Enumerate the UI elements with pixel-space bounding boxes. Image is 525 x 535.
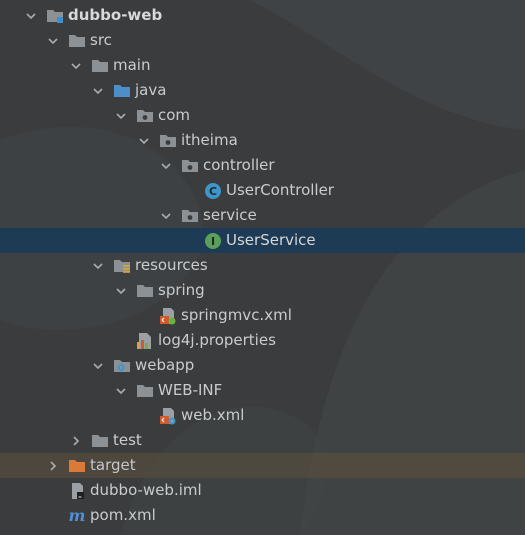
spring-xml-file-icon [159,307,177,325]
tree-label: WEB-INF [158,381,223,399]
tree-row-webapp[interactable]: webapp [0,353,525,378]
tree-label: resources [135,256,208,274]
tree-row-dubbo-web[interactable]: dubbo-web [0,3,525,28]
tree-row-spring[interactable]: spring [0,278,525,303]
web-xml-file-icon [159,407,177,425]
chevron-down-icon[interactable] [46,34,60,48]
maven-file-icon: m [68,505,86,525]
tree-label: java [135,81,167,99]
chevron-down-icon[interactable] [114,109,128,123]
java-class-icon: C [204,182,222,200]
chevron-down-icon[interactable] [24,9,38,23]
tree-row-main[interactable]: main [0,53,525,78]
tree-row-com[interactable]: com [0,103,525,128]
tree-row-service[interactable]: service [0,203,525,228]
tree-row-pom-xml[interactable]: m pom.xml [0,503,525,528]
folder-icon [68,32,86,50]
iml-file-icon [68,482,86,500]
properties-file-icon [136,332,154,350]
tree-label: UserService [226,231,316,249]
tree-row-test[interactable]: test [0,428,525,453]
tree-label: controller [203,156,275,174]
tree-row-dubbo-web-iml[interactable]: dubbo-web.iml [0,478,525,503]
chevron-right-icon[interactable] [46,459,60,473]
web-folder-icon [113,357,131,375]
tree-row-web-inf[interactable]: WEB-INF [0,378,525,403]
tree-row-web-xml[interactable]: web.xml [0,403,525,428]
tree-label: dubbo-web [68,6,163,24]
tree-label: spring [158,281,205,299]
tree-label: test [113,431,142,449]
tree-label: service [203,206,257,224]
folder-icon [91,57,109,75]
excluded-folder-icon [68,457,86,475]
tree-label: webapp [135,356,195,374]
folder-icon [136,282,154,300]
folder-icon [91,432,109,450]
tree-row-userservice[interactable]: I UserService [0,228,525,253]
tree-label: web.xml [181,406,245,424]
tree-label: dubbo-web.iml [90,481,202,499]
tree-label: com [158,106,191,124]
tree-row-controller[interactable]: controller [0,153,525,178]
tree-label: log4j.properties [158,331,276,349]
source-root-folder-icon [113,82,131,100]
tree-row-java[interactable]: java [0,78,525,103]
tree-label: src [90,31,112,49]
folder-icon [136,382,154,400]
tree-row-usercontroller[interactable]: C UserController [0,178,525,203]
chevron-down-icon[interactable] [91,359,105,373]
tree-label: UserController [226,181,334,199]
tree-row-springmvc-xml[interactable]: springmvc.xml [0,303,525,328]
chevron-right-icon[interactable] [69,434,83,448]
java-interface-icon: I [204,232,222,250]
package-icon [181,157,199,175]
tree-row-itheima[interactable]: itheima [0,128,525,153]
chevron-down-icon[interactable] [159,159,173,173]
project-tree: dubbo-web src main java com itheima cont… [0,3,525,528]
tree-label: target [90,456,136,474]
package-icon [159,132,177,150]
tree-row-log4j-properties[interactable]: log4j.properties [0,328,525,353]
chevron-down-icon[interactable] [91,259,105,273]
tree-label: main [113,56,151,74]
tree-label: springmvc.xml [181,306,292,324]
tree-row-target[interactable]: target [0,453,525,478]
chevron-down-icon[interactable] [91,84,105,98]
tree-row-resources[interactable]: resources [0,253,525,278]
tree-label: pom.xml [90,506,156,524]
chevron-down-icon[interactable] [159,209,173,223]
chevron-down-icon[interactable] [114,284,128,298]
chevron-down-icon[interactable] [114,384,128,398]
svg-text:C: C [209,185,217,198]
package-icon [136,107,154,125]
tree-label: itheima [181,131,238,149]
svg-text:I: I [211,235,215,248]
package-icon [181,207,199,225]
resources-folder-icon [113,257,131,275]
tree-row-src[interactable]: src [0,28,525,53]
chevron-down-icon[interactable] [69,59,83,73]
chevron-down-icon[interactable] [137,134,151,148]
module-folder-icon [46,7,64,25]
